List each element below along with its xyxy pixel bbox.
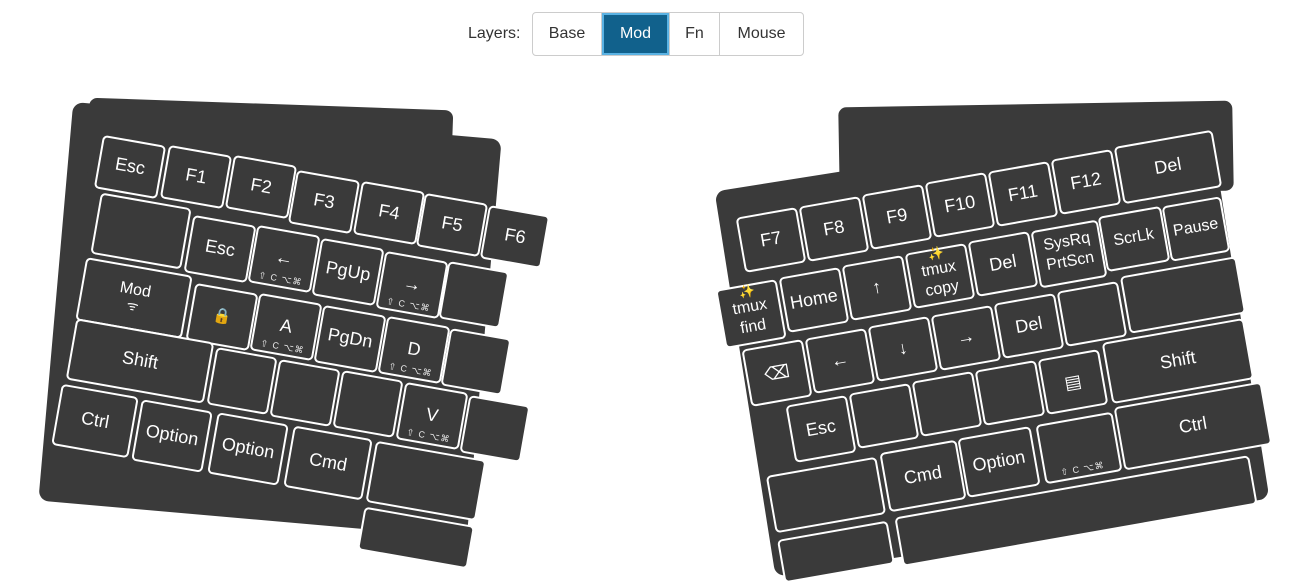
key-blank-row2[interactable] <box>440 328 512 396</box>
key-blank-row1[interactable] <box>438 261 510 329</box>
key-blank-r-row3-c[interactable] <box>974 360 1046 426</box>
key-tmux-copy[interactable]: ✨ tmux copy <box>904 243 976 309</box>
key-v[interactable]: V ⇧ C ⌥⌘ <box>395 381 469 451</box>
key-right-arrow[interactable]: → ⇧ C ⌥⌘ <box>375 250 449 320</box>
key-scrlk[interactable]: ScrLk <box>1097 205 1171 273</box>
key-esc[interactable]: Esc <box>93 134 167 200</box>
key-down-arrow[interactable]: ↓ <box>867 316 939 382</box>
key-f7[interactable]: F7 <box>735 207 807 273</box>
key-up-arrow[interactable]: ↑ <box>841 255 913 321</box>
key-pause[interactable]: Pause <box>1161 196 1231 262</box>
key-pgup[interactable]: PgUp <box>311 237 385 307</box>
key-esc-r[interactable]: Esc <box>785 395 857 463</box>
key-f11[interactable]: F11 <box>987 161 1059 227</box>
key-blank-r-row5-a[interactable] <box>777 520 895 584</box>
key-f3[interactable]: F3 <box>287 169 361 235</box>
key-blank-r-row4-a[interactable] <box>765 456 887 534</box>
layer-mouse-button[interactable]: Mouse <box>720 13 803 55</box>
key-f8[interactable]: F8 <box>798 196 870 262</box>
key-blank-row3-d[interactable] <box>459 395 531 463</box>
key-left-arrow[interactable]: ← ⇧ C ⌥⌘ <box>247 224 321 294</box>
key-blank-r-row2-a[interactable] <box>1056 281 1128 347</box>
key-f5[interactable]: F5 <box>415 192 489 258</box>
key-a[interactable]: A ⇧ C ⌥⌘ <box>249 292 323 362</box>
key-cmd-r[interactable]: Cmd <box>879 439 967 513</box>
key-f12[interactable]: F12 <box>1050 149 1122 215</box>
key-hyper[interactable]: ⇧ C ⌥⌘ <box>1035 411 1123 485</box>
key-menu[interactable]: ▤ <box>1037 349 1109 415</box>
key-f2[interactable]: F2 <box>224 154 298 220</box>
key-del-top[interactable]: Del <box>1113 129 1223 205</box>
key-d[interactable]: D ⇧ C ⌥⌘ <box>377 315 451 385</box>
menu-icon: ▤ <box>1062 370 1084 394</box>
lock-icon: 🔒 <box>211 306 233 327</box>
key-option-r[interactable]: Option <box>957 426 1041 498</box>
key-home[interactable]: Home <box>778 267 850 333</box>
key-sysrq[interactable]: SysRq PrtScn <box>1030 219 1108 289</box>
key-del-low[interactable]: Del <box>993 293 1065 359</box>
key-del-mid[interactable]: Del <box>967 231 1039 297</box>
layer-fn-button[interactable]: Fn <box>670 13 720 55</box>
layer-button-group: Base Mod Fn Mouse <box>532 12 804 56</box>
key-f10[interactable]: F10 <box>924 172 996 238</box>
key-blank-row3-a[interactable] <box>206 347 278 415</box>
key-backspace[interactable]: ⌫ <box>741 339 813 407</box>
key-right-arrow-r[interactable]: → <box>930 305 1002 371</box>
key-left-arrow-r[interactable]: ← <box>804 328 876 394</box>
layer-mod-button[interactable]: Mod <box>602 13 670 55</box>
key-blank-r-row3-a[interactable] <box>848 383 920 449</box>
key-f6[interactable]: F6 <box>479 205 551 269</box>
key-f9[interactable]: F9 <box>861 184 933 250</box>
key-pgdn[interactable]: PgDn <box>313 304 387 374</box>
layers-label: Layers: <box>468 25 521 42</box>
key-f1[interactable]: F1 <box>159 144 233 210</box>
key-blank-r-row3-b[interactable] <box>911 371 983 437</box>
key-blank-row3-c[interactable] <box>332 370 404 438</box>
key-tmux-find[interactable]: ✨ tmux find <box>715 279 787 349</box>
layer-selector: Layers: Base Mod Fn Mouse <box>0 12 1313 56</box>
key-esc-2[interactable]: Esc <box>183 214 257 284</box>
key-blank-row3-b[interactable] <box>269 359 341 427</box>
backspace-icon: ⌫ <box>762 360 792 386</box>
layer-base-button[interactable]: Base <box>533 13 602 55</box>
key-tab-blank[interactable] <box>90 192 192 270</box>
key-f4[interactable]: F4 <box>352 180 426 246</box>
